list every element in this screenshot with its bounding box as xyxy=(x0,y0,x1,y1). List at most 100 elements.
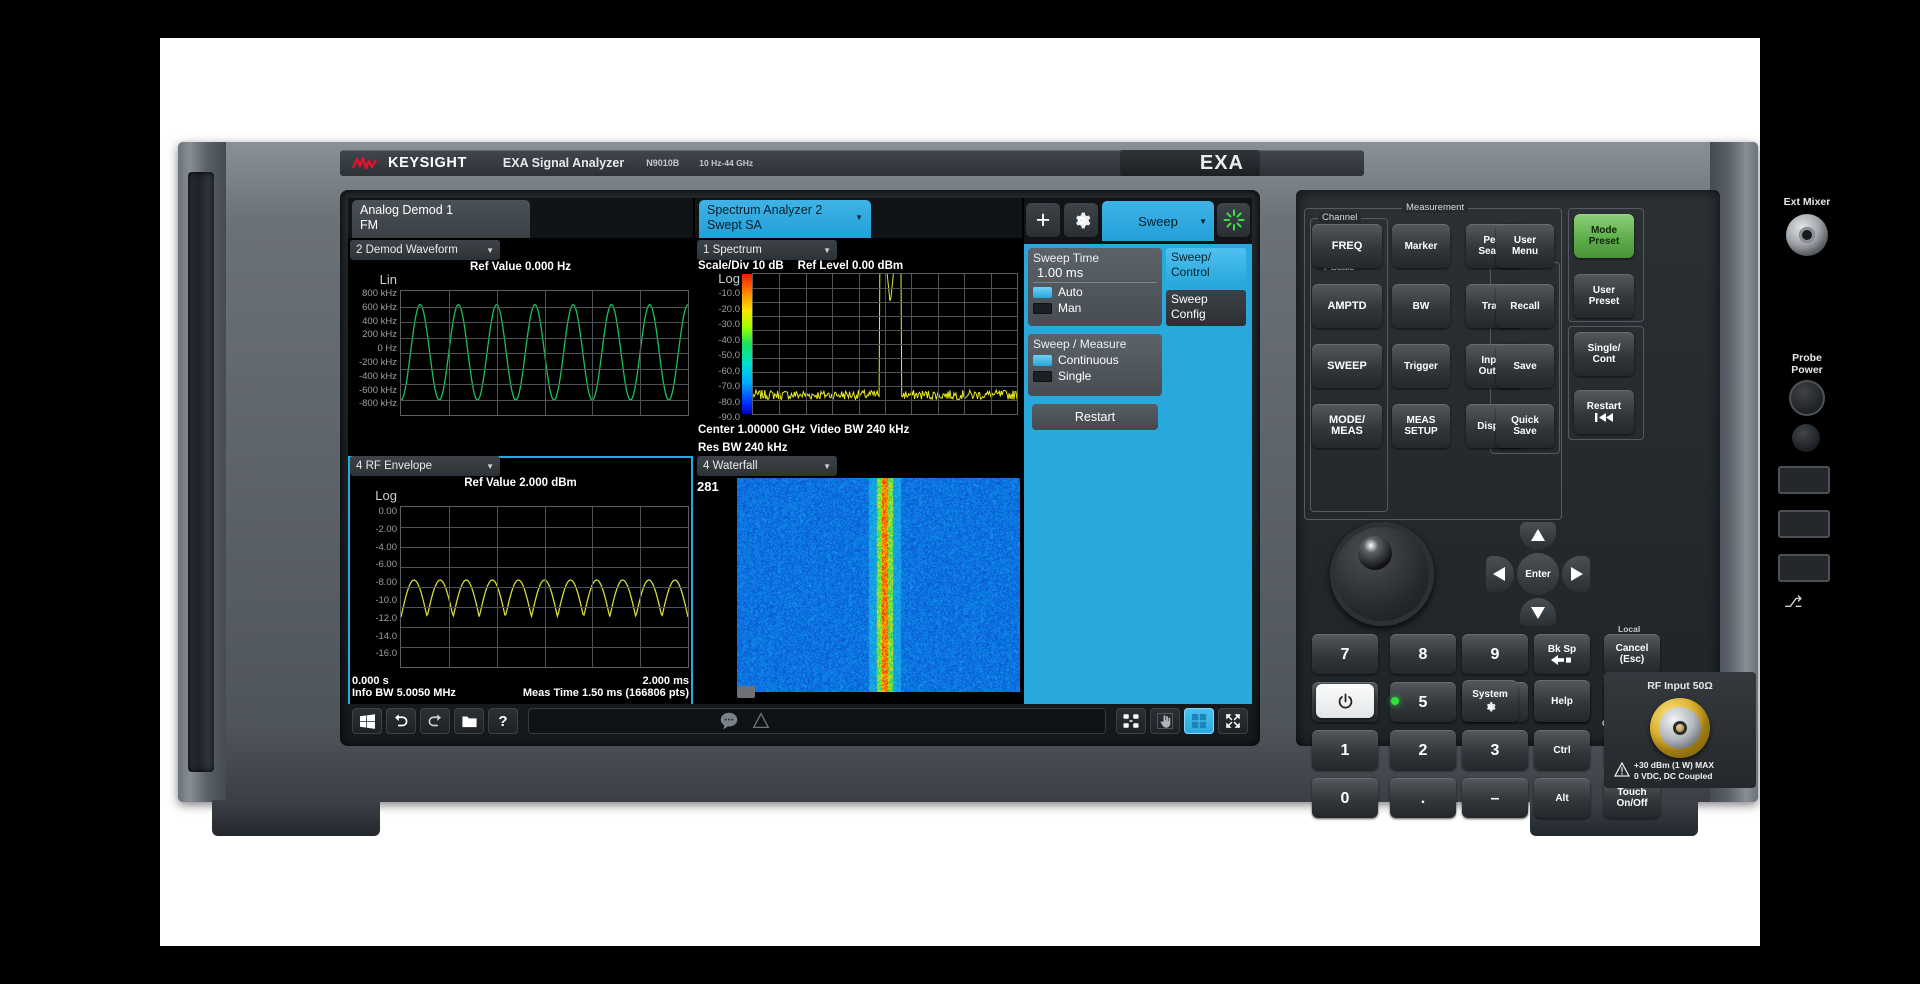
headphone-jack[interactable] xyxy=(1792,424,1820,452)
spectrum-pane[interactable]: 1 Spectrum ▼ Scale/Div 10 dB Ref Level 0… xyxy=(695,240,1022,454)
ext-mixer-label: Ext Mixer xyxy=(1783,196,1831,208)
probe-power-connector[interactable] xyxy=(1789,380,1825,416)
key-5[interactable]: 5 xyxy=(1390,682,1456,722)
key-9[interactable]: 9 xyxy=(1462,634,1528,674)
help-button[interactable]: ? xyxy=(488,708,518,734)
enter-button[interactable]: Enter xyxy=(1517,553,1559,595)
key-label: AMPTD xyxy=(1327,299,1367,312)
rpg-knob[interactable] xyxy=(1330,522,1434,626)
marker-key[interactable]: Marker xyxy=(1392,224,1450,268)
windows-start-button[interactable] xyxy=(352,708,382,734)
demod-waveform-selector[interactable]: 2 Demod Waveform ▼ xyxy=(350,240,500,260)
quick-save-key[interactable]: Quick Save xyxy=(1496,404,1554,448)
side-tab-sweep-config[interactable]: Sweep Config xyxy=(1166,290,1246,326)
key-decimal[interactable]: . xyxy=(1390,778,1456,818)
usb-port-2[interactable] xyxy=(1778,510,1830,538)
cancel-esc-key[interactable]: Cancel (Esc) xyxy=(1604,634,1660,674)
trigger-key[interactable]: Trigger xyxy=(1392,344,1450,388)
taskbar[interactable]: ? xyxy=(348,704,1252,738)
continuous-option[interactable]: Continuous xyxy=(1033,353,1157,367)
key-label: 9 xyxy=(1490,645,1500,663)
sweep-time-value[interactable]: 1.00 ms xyxy=(1033,265,1157,283)
backspace-key[interactable]: Bk Sp xyxy=(1534,634,1590,674)
tab-analog-demod-title: Analog Demod 1 xyxy=(360,203,454,217)
single-cont-key[interactable]: Single/Cont xyxy=(1574,332,1634,376)
demod-waveform-pane[interactable]: 2 Demod Waveform ▼ Ref Value 0.000 Hz Li… xyxy=(348,240,693,581)
redo-button[interactable] xyxy=(420,708,450,734)
freq-key[interactable]: FREQ xyxy=(1312,224,1382,268)
ext-mixer-connector[interactable] xyxy=(1786,214,1828,256)
message-bubble-icon xyxy=(720,712,738,730)
rf-input-connector[interactable] xyxy=(1650,698,1710,758)
sweep-time-man-option[interactable]: Man xyxy=(1033,301,1157,315)
meas-setup-key[interactable]: MEAS SETUP xyxy=(1392,404,1450,448)
mode-preset-key[interactable]: Mode Preset xyxy=(1574,214,1634,258)
single-label: Single xyxy=(1058,369,1092,383)
nav-right-button[interactable] xyxy=(1562,556,1590,592)
sweep-time-auto-option[interactable]: Auto xyxy=(1033,285,1157,299)
sweep-time-group[interactable]: Sweep Time 1.00 ms Auto Man xyxy=(1028,248,1162,326)
menu-title-tab[interactable]: Sweep ▼ xyxy=(1102,201,1214,241)
ctrl-key[interactable]: Ctrl xyxy=(1534,730,1590,770)
single-option[interactable]: Single xyxy=(1033,369,1157,383)
tab-analog-demod[interactable]: Analog Demod 1 FM xyxy=(352,200,530,238)
usb-port-1[interactable] xyxy=(1778,466,1830,494)
undo-button[interactable] xyxy=(386,708,416,734)
axis-tick-label: -20.0 xyxy=(718,303,740,315)
add-measurement-button[interactable]: + xyxy=(1026,203,1060,237)
waterfall-pane[interactable]: 4 Waterfall ▼ 281 xyxy=(695,456,1022,708)
mode-meas-key[interactable]: MODE/MEAS xyxy=(1312,404,1382,448)
spectrum-selector[interactable]: 1 Spectrum ▼ xyxy=(697,240,837,260)
save-key[interactable]: Save xyxy=(1496,344,1554,388)
analog-demod-panel[interactable]: Analog Demod 1 FM 2 Demod Waveform ▼ Ref… xyxy=(348,198,693,708)
key-3[interactable]: 3 xyxy=(1462,730,1528,770)
folder-button[interactable] xyxy=(454,708,484,734)
side-tab-sweep-control[interactable]: Sweep/ Control xyxy=(1166,248,1246,284)
user-preset-key[interactable]: User Preset xyxy=(1574,274,1634,318)
waterfall-selector[interactable]: 4 Waterfall ▼ xyxy=(697,456,837,476)
key-minus[interactable]: – xyxy=(1462,778,1528,818)
tab-spectrum-analyzer[interactable]: Spectrum Analyzer 2 Swept SA ▼ xyxy=(699,200,871,238)
hand-touch-button[interactable] xyxy=(1150,708,1180,734)
folder-icon xyxy=(461,716,477,727)
key-7[interactable]: 7 xyxy=(1312,634,1378,674)
layout-grid-button[interactable] xyxy=(1116,708,1146,734)
help-key[interactable]: Help xyxy=(1534,680,1590,722)
sweep-measure-group[interactable]: Sweep / Measure Continuous Single xyxy=(1028,334,1162,396)
sweep-key[interactable]: SWEEP xyxy=(1312,344,1382,388)
display-screen[interactable]: Analog Demod 1 FM 2 Demod Waveform ▼ Ref… xyxy=(348,198,1252,738)
measurement-active-indicator[interactable] xyxy=(1217,203,1250,237)
taskbar-input-area[interactable] xyxy=(528,708,1106,734)
amptd-key[interactable]: AMPTD xyxy=(1312,284,1382,328)
settings-button[interactable] xyxy=(1064,203,1098,237)
key-0[interactable]: 0 xyxy=(1312,778,1378,818)
waterfall-scroll-handle[interactable] xyxy=(737,686,755,698)
power-button[interactable] xyxy=(1316,684,1374,718)
spectrum-analyzer-panel[interactable]: Spectrum Analyzer 2 Swept SA ▼ 1 Spectru… xyxy=(695,198,1022,708)
nav-left-button[interactable] xyxy=(1486,556,1514,592)
rf-envelope-pane[interactable]: 4 RF Envelope ▼ Ref Value 2.000 dBm Log … xyxy=(348,456,693,708)
left-handle xyxy=(178,142,226,802)
key-2[interactable]: 2 xyxy=(1390,730,1456,770)
axis-tick-label: -70.0 xyxy=(718,381,740,392)
user-menu-key[interactable]: User Menu xyxy=(1496,224,1554,268)
four-pane-button[interactable] xyxy=(1184,708,1214,734)
nav-down-button[interactable] xyxy=(1520,598,1556,626)
system-key[interactable]: System xyxy=(1462,680,1518,722)
fullscreen-button[interactable] xyxy=(1218,708,1248,734)
axis-tick-label: -8.00 xyxy=(375,577,397,589)
navigation-dpad[interactable]: Enter xyxy=(1486,522,1590,626)
restart-button[interactable]: Restart xyxy=(1032,404,1158,430)
recall-key[interactable]: Recall xyxy=(1496,284,1554,328)
restart-key[interactable]: Restart xyxy=(1574,390,1634,434)
key-1[interactable]: 1 xyxy=(1312,730,1378,770)
alt-key[interactable]: Alt xyxy=(1534,778,1590,818)
fullscreen-icon xyxy=(1226,714,1240,728)
key-8[interactable]: 8 xyxy=(1390,634,1456,674)
bw-key[interactable]: BW xyxy=(1392,284,1450,328)
usb-port-3[interactable] xyxy=(1778,554,1830,582)
menu-panel[interactable]: + Sweep ▼ Sweep Time 1.00 ms Auto Man Sw… xyxy=(1024,198,1252,704)
rf-envelope-selector[interactable]: 4 RF Envelope ▼ xyxy=(350,456,500,476)
axis-tick-label: -12.0 xyxy=(375,612,397,624)
nav-up-button[interactable] xyxy=(1520,522,1556,550)
